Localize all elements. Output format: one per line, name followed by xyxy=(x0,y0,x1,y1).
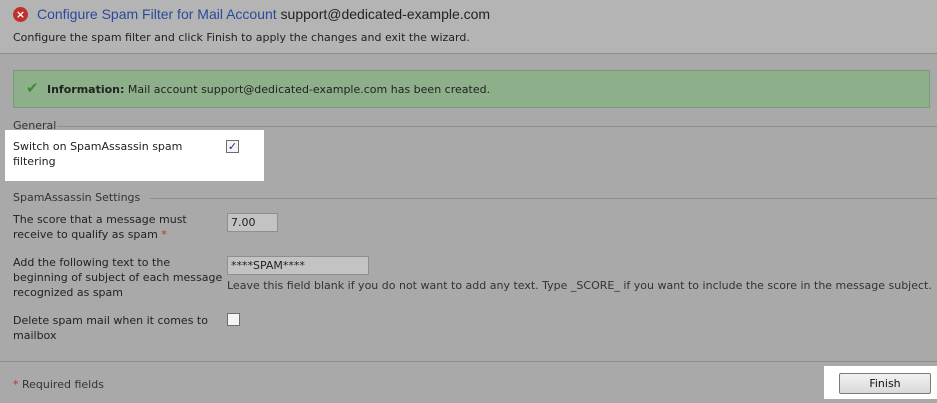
checkmark-icon: ✔ xyxy=(26,79,39,97)
information-message: ✔ Information: Mail account support@dedi… xyxy=(13,70,930,108)
switch-spam-filter-label: Switch on SpamAssassin spam filtering xyxy=(13,139,213,169)
delete-spam-label: Delete spam mail when it comes to mailbo… xyxy=(13,313,218,343)
switch-spam-filter-label-line1: Switch on SpamAssassin spam xyxy=(13,140,183,153)
subject-prefix-hint: Leave this field blank if you do not wan… xyxy=(227,279,932,292)
subject-prefix-label-line1: Add the following text to the xyxy=(13,256,171,269)
spam-score-input[interactable]: 7.00 xyxy=(227,213,278,232)
footer-divider xyxy=(0,361,937,362)
required-fields-note: * Required fields xyxy=(13,378,104,391)
section-rule-general xyxy=(57,126,937,127)
page-title-link[interactable]: Configure Spam Filter for Mail Account xyxy=(37,6,277,22)
subject-prefix-input[interactable]: ****SPAM**** xyxy=(227,256,369,275)
required-star: * xyxy=(161,228,167,241)
subject-prefix-label: Add the following text to the beginning … xyxy=(13,255,228,300)
required-star: * xyxy=(13,378,19,391)
information-body: Mail account support@dedicated-example.c… xyxy=(127,83,491,96)
section-rule-spamassassin xyxy=(150,198,937,199)
page-title-account: support@dedicated-example.com xyxy=(280,6,491,22)
delete-spam-checkbox[interactable] xyxy=(227,313,240,326)
spam-score-label-line2: receive to qualify as spam * xyxy=(13,227,218,242)
spam-score-label-line1: The score that a message must xyxy=(13,213,187,226)
switch-spam-filter-checkbox[interactable]: ✓ xyxy=(226,140,239,153)
finish-button[interactable]: Finish xyxy=(839,373,931,394)
subject-prefix-label-line3: recognized as spam xyxy=(13,286,123,299)
subject-prefix-label-line2: beginning of subject of each message xyxy=(13,271,223,284)
error-circle-icon: × xyxy=(13,7,28,22)
wizard-header: × Configure Spam Filter for Mail Account… xyxy=(0,0,937,54)
page-title: Configure Spam Filter for Mail Account s… xyxy=(37,6,490,22)
section-title-spamassassin: SpamAssassin Settings xyxy=(13,191,141,204)
delete-spam-label-line2: mailbox xyxy=(13,329,57,342)
information-text: Information: Mail account support@dedica… xyxy=(47,83,490,96)
switch-spam-filter-label-line2: filtering xyxy=(13,155,56,168)
spam-score-label-text: receive to qualify as spam xyxy=(13,228,158,241)
delete-spam-label-line1: Delete spam mail when it comes to xyxy=(13,314,208,327)
information-label: Information: xyxy=(47,83,125,96)
spam-score-label: The score that a message must receive to… xyxy=(13,212,218,242)
required-fields-text: Required fields xyxy=(22,378,104,391)
page-subtitle: Configure the spam filter and click Fini… xyxy=(13,31,470,44)
